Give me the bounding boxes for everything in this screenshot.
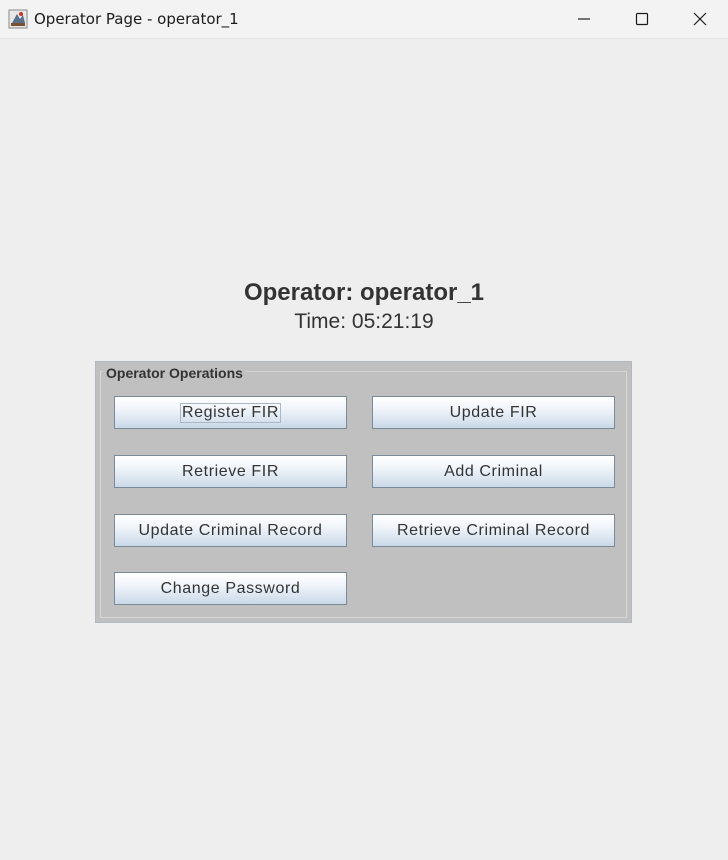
update-fir-label: Update FIR — [449, 403, 538, 421]
time-label: Time: 05:21:19 — [294, 310, 434, 333]
change-password-button[interactable]: Change Password — [114, 572, 347, 605]
update-fir-button[interactable]: Update FIR — [372, 396, 615, 429]
retrieve-criminal-record-button[interactable]: Retrieve Criminal Record — [372, 514, 615, 547]
window-title: Operator Page - operator_1 — [34, 10, 239, 28]
java-app-icon — [8, 9, 28, 29]
update-criminal-record-button[interactable]: Update Criminal Record — [114, 514, 347, 547]
retrieve-fir-button[interactable]: Retrieve FIR — [114, 455, 347, 488]
close-icon — [693, 12, 707, 26]
close-button[interactable] — [671, 0, 728, 38]
add-criminal-label: Add Criminal — [444, 462, 543, 480]
change-password-label: Change Password — [160, 579, 301, 597]
add-criminal-button[interactable]: Add Criminal — [372, 455, 615, 488]
operator-window: Operator Page - operator_1 Operator: ope… — [0, 0, 728, 860]
operator-operations-panel: Operator Operations Register FIR Update … — [95, 361, 632, 623]
title-bar[interactable]: Operator Page - operator_1 — [0, 0, 728, 39]
minimize-icon — [578, 18, 590, 20]
panel-title: Operator Operations — [103, 365, 246, 381]
retrieve-criminal-record-label: Retrieve Criminal Record — [396, 521, 591, 539]
maximize-button[interactable] — [613, 0, 671, 38]
maximize-icon — [635, 12, 649, 26]
retrieve-fir-label: Retrieve FIR — [182, 462, 279, 480]
register-fir-button[interactable]: Register FIR — [114, 396, 347, 429]
update-criminal-record-label: Update Criminal Record — [138, 521, 323, 539]
register-fir-label: Register FIR — [180, 402, 281, 423]
operator-label: Operator: operator_1 — [243, 279, 485, 306]
minimize-button[interactable] — [555, 0, 613, 38]
